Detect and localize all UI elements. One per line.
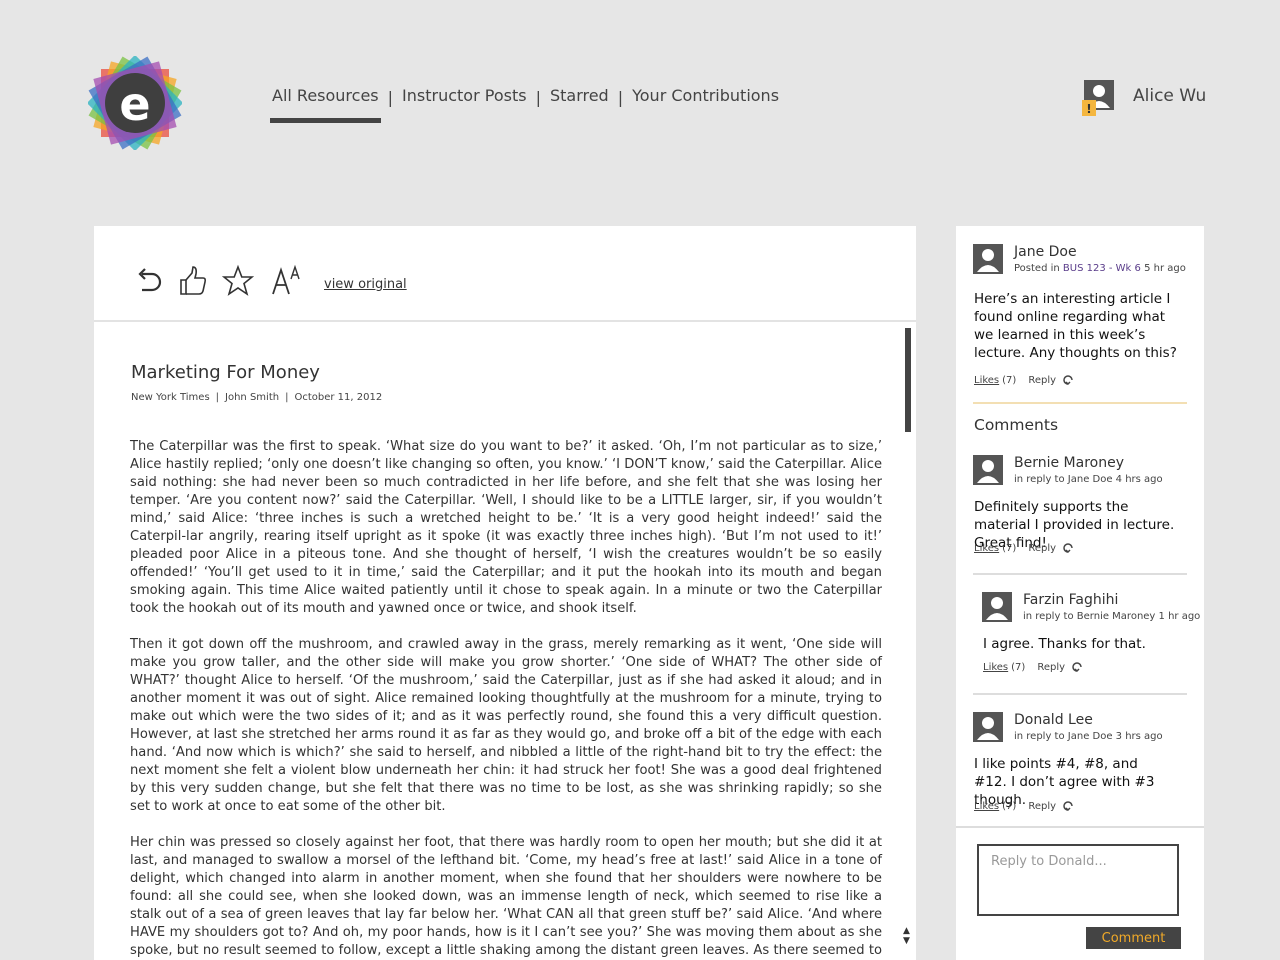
reply-icon[interactable] [1062, 374, 1076, 386]
article-panel: view original ▲ ▼ Marketing For Money Ne… [94, 226, 916, 960]
article-title: Marketing For Money [131, 362, 320, 383]
user-menu[interactable]: ! Alice Wu [1082, 80, 1206, 116]
likes-count: (7) [1002, 374, 1017, 386]
comment-button[interactable]: Comment [1086, 927, 1181, 949]
article-paragraph: Her chin was pressed so closely against … [130, 835, 882, 958]
likes-count: (7) [1011, 661, 1026, 673]
comment-actions: Likes (7) Reply [974, 800, 1076, 812]
post-author[interactable]: Jane Doe [1014, 244, 1077, 260]
reply-input[interactable] [977, 844, 1179, 916]
article-toolbar: view original [94, 226, 916, 322]
reply-icon[interactable] [1071, 661, 1085, 673]
article-date: October 11, 2012 [294, 392, 383, 403]
thumbs-up-icon[interactable] [178, 264, 208, 298]
main-nav: All Resources | Instructor Posts | Starr… [270, 86, 779, 123]
article-paragraph: Then it got down off the mushroom, and c… [130, 637, 882, 814]
comment-actions: Likes (7) Reply [974, 542, 1076, 554]
font-size-icon[interactable] [270, 264, 304, 298]
comment-meta: in reply to Jane Doe 3 hrs ago [1014, 731, 1163, 742]
nav-all-resources[interactable]: All Resources [270, 86, 381, 123]
posted-prefix: Posted in [1014, 263, 1060, 274]
avatar[interactable] [973, 455, 1003, 485]
divider [973, 402, 1187, 404]
likes-count: (7) [1002, 542, 1017, 554]
star-icon[interactable] [222, 264, 254, 298]
reply-button[interactable]: Reply [1028, 801, 1056, 812]
reply-button[interactable]: Reply [1028, 543, 1056, 554]
nav-separator: | [387, 88, 394, 107]
user-name[interactable]: Alice Wu [1133, 86, 1206, 106]
app-logo[interactable]: e [86, 54, 184, 152]
post-meta: Posted in BUS 123 - Wk 6 5 hr ago [1014, 263, 1186, 274]
article-paragraph: The Caterpillar was the first to speak. … [130, 439, 882, 616]
comment-meta: in reply to Bernie Maroney 1 hr ago [1023, 611, 1201, 622]
avatar[interactable] [982, 592, 1012, 622]
scroll-down-arrow[interactable]: ▼ [903, 936, 910, 946]
post-time: 5 hr ago [1144, 263, 1186, 274]
divider [973, 693, 1187, 695]
likes-link[interactable]: Likes [974, 801, 999, 812]
user-avatar[interactable]: ! [1082, 80, 1114, 116]
scroll-up-arrow[interactable]: ▲ [903, 926, 910, 936]
article-scrollbar[interactable] [905, 328, 911, 432]
nav-separator: | [617, 88, 624, 107]
view-original-link[interactable]: view original [324, 277, 407, 292]
comment-meta: in reply to Jane Doe 4 hrs ago [1014, 474, 1163, 485]
scroll-arrows[interactable]: ▲ ▼ [903, 926, 910, 946]
comment-text: I agree. Thanks for that. [983, 636, 1146, 652]
alert-icon: ! [1086, 102, 1091, 116]
reply-icon[interactable] [1062, 542, 1076, 554]
nav-starred[interactable]: Starred [550, 86, 609, 109]
meta-separator: | [215, 392, 220, 403]
reply-button[interactable]: Reply [1028, 375, 1056, 386]
post-actions: Likes (7) Reply [974, 374, 1076, 386]
article-body: The Caterpillar was the first to speak. … [130, 438, 882, 960]
likes-link[interactable]: Likes [974, 543, 999, 554]
article-author: John Smith [225, 392, 280, 403]
comments-heading: Comments [974, 416, 1059, 434]
likes-link[interactable]: Likes [983, 662, 1008, 673]
nav-your-contributions[interactable]: Your Contributions [632, 86, 779, 109]
likes-count: (7) [1002, 800, 1017, 812]
article-source: New York Times [131, 392, 210, 403]
avatar[interactable] [973, 712, 1003, 742]
discussion-panel: Jane Doe Posted in BUS 123 - Wk 6 5 hr a… [956, 226, 1204, 960]
logo-letter: e [119, 77, 150, 131]
nav-separator: | [535, 88, 541, 107]
comment-actions: Likes (7) Reply [983, 661, 1085, 673]
comment-author[interactable]: Donald Lee [1014, 712, 1093, 728]
undo-icon[interactable] [134, 264, 164, 298]
divider [973, 573, 1187, 575]
course-link[interactable]: BUS 123 - Wk 6 [1063, 263, 1141, 274]
meta-separator: | [285, 392, 289, 403]
article-meta: New York Times | John Smith | October 11, 20… [131, 392, 382, 403]
avatar[interactable] [973, 244, 1003, 274]
reply-icon[interactable] [1062, 800, 1076, 812]
comment-author[interactable]: Bernie Maroney [1014, 455, 1124, 471]
reply-button[interactable]: Reply [1037, 662, 1065, 673]
comment-author[interactable]: Farzin Faghihi [1023, 592, 1118, 608]
likes-link[interactable]: Likes [974, 375, 999, 386]
divider [956, 826, 1204, 828]
nav-instructor-posts[interactable]: Instructor Posts [402, 86, 527, 109]
post-text: Here’s an interesting article I found on… [974, 291, 1177, 361]
